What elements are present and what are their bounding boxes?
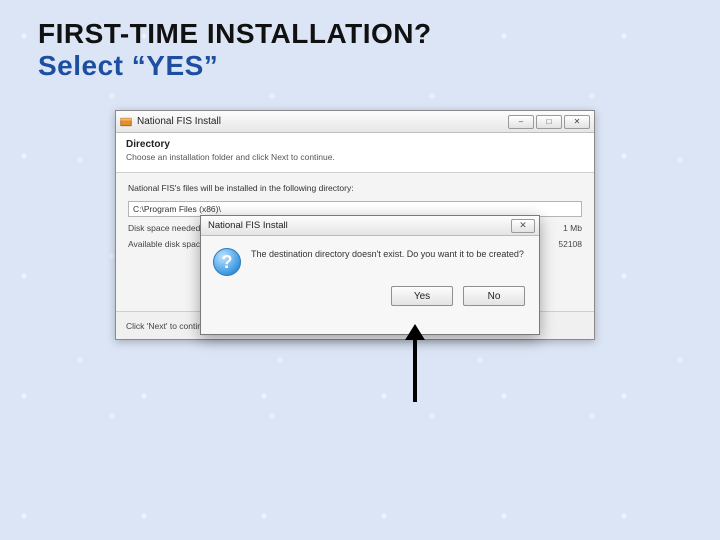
maximize-button[interactable]: □ [536,115,562,129]
install-message: National FIS's files will be installed i… [128,183,582,193]
no-button[interactable]: No [463,286,525,306]
annotation-arrow [413,338,417,402]
directory-header-subtitle: Choose an installation folder and click … [126,152,584,162]
dialog-title: National FIS Install [205,220,511,231]
dialog-body: ? The destination directory doesn't exis… [201,236,539,280]
slide-heading: FIRST-TIME INSTALLATION? Select “YES” [38,18,432,82]
close-button[interactable]: ✕ [564,115,590,129]
question-icon: ? [213,248,241,276]
app-icon [120,116,132,128]
installer-titlebar: National FIS Install – □ ✕ [116,111,594,133]
heading-line1: FIRST-TIME INSTALLATION? [38,18,432,50]
confirm-dialog: National FIS Install ✕ ? The destination… [200,215,540,335]
directory-header: Directory Choose an installation folder … [116,133,594,173]
minimize-button[interactable]: – [508,115,534,129]
disk-needed-label: Disk space needed: [128,223,203,233]
dialog-close-button[interactable]: ✕ [511,219,535,233]
yes-button[interactable]: Yes [391,286,453,306]
window-controls: – □ ✕ [508,115,590,129]
disk-needed-value: 1 Mb [563,223,582,233]
installer-title: National FIS Install [137,116,503,127]
directory-header-title: Directory [126,139,584,150]
disk-avail-label: Available disk space: [128,239,207,249]
dialog-button-row: Yes No [201,280,539,316]
dialog-message: The destination directory doesn't exist.… [251,248,524,276]
disk-avail-value: 52108 [558,239,582,249]
dialog-titlebar: National FIS Install ✕ [201,216,539,236]
heading-line2: Select “YES” [38,50,432,82]
